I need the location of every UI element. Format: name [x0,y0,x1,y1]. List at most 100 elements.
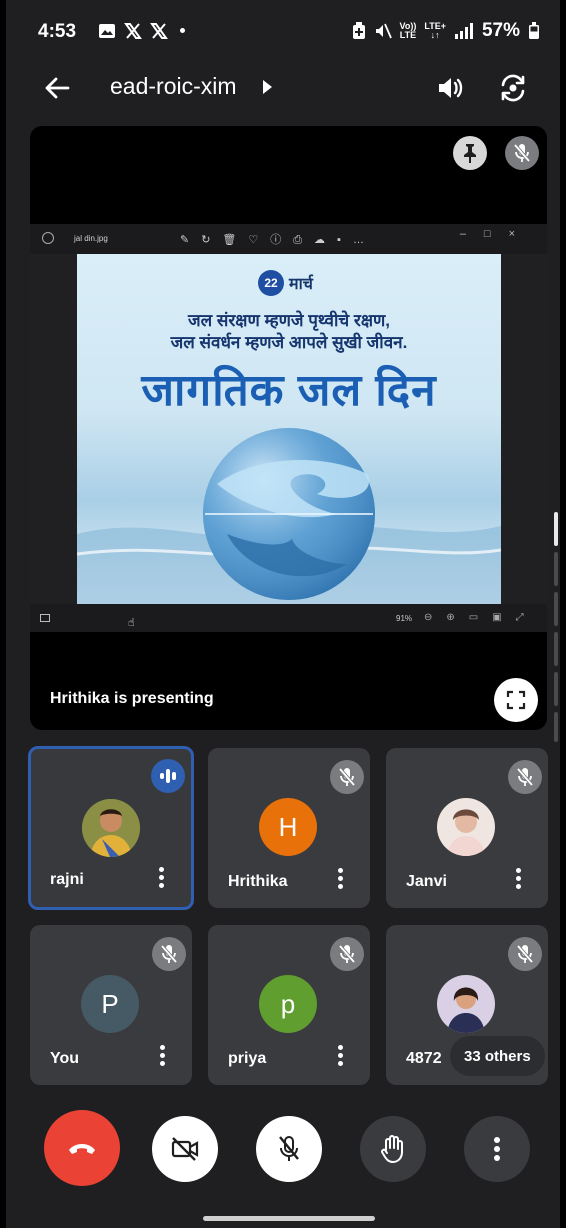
battery-saver-icon [352,22,365,39]
presenting-label: Hrithika is presenting [50,690,214,707]
participant-name: Hrithika [228,873,288,890]
battery-icon [529,22,539,39]
participant-options-button[interactable] [155,1043,169,1069]
more-vert-icon [494,1137,500,1161]
meeting-top-bar: ead-roic-xim [6,60,560,116]
presentation-tile[interactable]: jal din.jpg ✎↻🗑♡ⓘ⎙☁▪… –□× 22 मार्च जल सं… [30,126,547,730]
water-globe-illustration [77,428,501,606]
fullscreen-button[interactable] [494,678,538,722]
audio-level-icon [160,769,176,783]
speaking-indicator [151,759,185,793]
photo-viewer-titlebar: jal din.jpg ✎↻🗑♡ⓘ⎙☁▪… –□× [30,224,547,254]
presenter-mic-status [505,136,539,170]
mouse-cursor-icon: ☝ [128,617,135,629]
meet-screen: 4:53 Vo)) LTE LTE+ ↓↑ 57% ead-roic-xim j… [6,0,560,1228]
camera-toggle-button[interactable] [152,1116,218,1182]
window-controls-icons: –□× [459,228,533,240]
status-time: 4:53 [38,21,77,42]
mic-off-icon [338,944,356,964]
back-arrow-icon[interactable] [44,76,70,100]
scroll-indicator [554,592,558,626]
poster-headline: जागतिक जल दिन [141,366,437,415]
avatar [437,798,495,856]
mic-toggle-bg [256,1116,322,1182]
avatar-photo [437,975,495,1033]
participant-name: 4872 [406,1050,442,1067]
file-name: jal din.jpg [74,234,108,243]
status-right-icons: Vo)) LTE LTE+ ↓↑ 57% [352,20,540,42]
avatar [82,799,140,857]
participant-name: You [50,1050,80,1067]
switch-camera-icon[interactable] [498,74,528,102]
participant-options-button[interactable] [154,865,168,891]
participant-tile-you[interactable]: P You [30,925,192,1085]
participant-tile-janvi[interactable]: Janvi [386,748,548,908]
camera-toggle-bg [152,1116,218,1182]
participant-tile-rajni[interactable]: rajni [28,746,194,910]
scroll-indicator [554,712,558,742]
avatar: p [259,975,317,1033]
end-call-icon [69,1144,95,1154]
app-logo-icon [42,232,54,244]
muted-indicator [330,937,364,971]
participant-tile-hrithika[interactable]: H Hrithika [208,748,370,908]
date-badge: 22 [258,270,284,296]
photo-viewer-footer: ☝ 91% ⊖⊕▭▣⤢ [30,604,547,632]
participant-name: rajni [50,871,84,888]
poster-line-1: जल संरक्षण म्हणजे पृथ्वीचे रक्षण, [187,311,391,330]
camera-off-icon [171,1137,199,1161]
more-notifications-dot [180,28,186,33]
mic-off-icon [516,944,534,964]
mute-vibrate-icon [375,23,392,39]
battery-percent: 57% [481,20,520,41]
pin-button[interactable] [453,136,487,170]
participant-name: priya [228,1050,267,1067]
avatar-photo [437,798,495,856]
date-month: मार्च [289,276,313,293]
home-gesture-handle[interactable] [203,1216,375,1221]
others-count-chip[interactable]: 33 others [450,1036,545,1076]
avatar: H [259,798,317,856]
more-options-button[interactable] [464,1116,530,1182]
status-bar: 4:53 Vo)) LTE LTE+ ↓↑ 57% [6,0,560,60]
participant-name: Janvi [406,873,447,890]
pin-icon [464,144,476,163]
scroll-indicator-active [554,512,558,546]
poster-line-2: जल संवर्धन म्हणजे आपले सुखी जीवन. [170,333,408,352]
scroll-indicator [554,632,558,666]
volte-indicator: Vo)) LTE [399,21,417,40]
meeting-info-caret-icon[interactable] [263,80,272,94]
avatar [437,975,495,1033]
avatar: P [81,975,139,1033]
raise-hand-button[interactable] [360,1116,426,1182]
participant-tile-others[interactable]: 4872 33 others [386,925,548,1085]
x-notification-icon [124,23,142,39]
notification-icons [98,21,186,42]
muted-indicator [508,937,542,971]
signal-icon [454,23,473,39]
mic-off-icon [160,944,178,964]
participant-tile-priya[interactable]: p priya [208,925,370,1085]
gallery-notification-icon [99,24,115,38]
meeting-code[interactable]: ead-roic-xim [110,73,237,100]
speaker-icon[interactable] [436,76,464,100]
mic-off-icon [338,767,356,787]
mic-toggle-button[interactable] [256,1116,322,1182]
x-notification-icon [150,23,168,39]
participant-options-button[interactable] [333,866,347,892]
shared-screen-viewer: jal din.jpg ✎↻🗑♡ⓘ⎙☁▪… –□× 22 मार्च जल सं… [30,224,547,632]
lte-indicator: LTE+ ↓↑ [424,21,446,40]
scroll-indicator [554,552,558,586]
muted-indicator [330,760,364,794]
participant-options-button[interactable] [333,1043,347,1069]
viewer-toolbar-icons: ✎↻🗑♡ⓘ⎙☁▪… [180,234,376,246]
scroll-indicator [554,672,558,706]
zoom-level: 91% [396,614,413,623]
end-call-button[interactable] [44,1110,120,1186]
participant-options-button[interactable] [511,866,525,892]
mic-off-icon [516,767,534,787]
muted-indicator [508,760,542,794]
fullscreen-icon [506,690,526,710]
viewer-zoom-controls: ⊖⊕▭▣⤢ [424,612,538,623]
muted-indicator [152,937,186,971]
